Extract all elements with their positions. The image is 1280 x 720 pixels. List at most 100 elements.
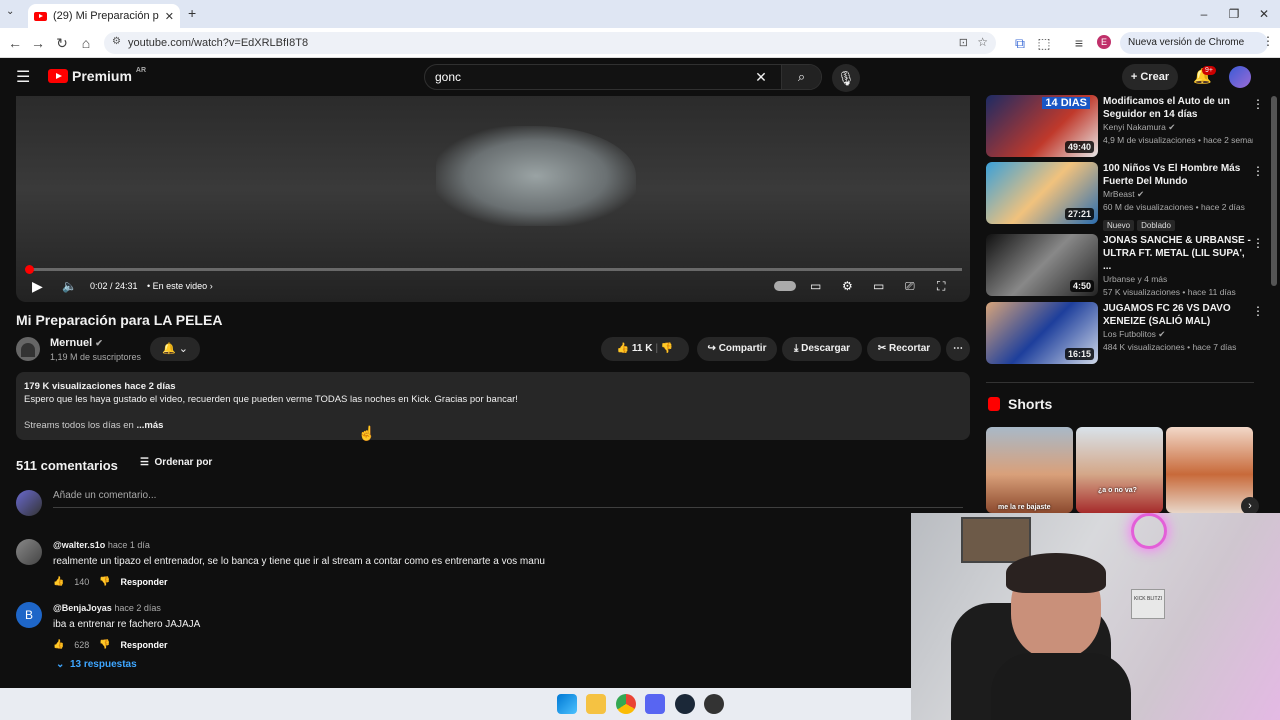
autoplay-toggle[interactable] [774,281,796,291]
subscription-bell-button[interactable]: 🔔 ⌄ [150,337,200,361]
progress-bar[interactable] [25,265,962,274]
comment-dislike-icon[interactable]: 👎 [99,639,110,650]
comment-user[interactable]: @BenjaJoyas [53,603,112,613]
search-input[interactable] [425,70,741,84]
account-avatar[interactable] [1229,66,1251,88]
like-button[interactable]: 👍 11 K [617,343,653,354]
site-info-icon[interactable]: ⚙ [112,36,121,47]
comment-like-icon[interactable]: 👍 [53,576,64,587]
download-label: Descargar [801,343,851,354]
bookmark-star-icon[interactable]: ☆ [977,35,988,49]
description-box[interactable]: 179 K visualizaciones hace 2 días Espero… [16,372,970,440]
translate-icon[interactable]: ⧉ [1011,34,1029,52]
share-button[interactable]: ↪ Compartir [697,337,777,361]
windows-taskbar [0,688,911,720]
theater-mode-icon[interactable]: ▭ [873,276,884,296]
extensions-icon[interactable]: ⬚ [1035,34,1053,52]
short-thumbnail[interactable]: me la re bajaste [986,427,1073,513]
cast-icon[interactable]: ⎚ [905,276,915,296]
commenter-avatar[interactable] [16,539,42,565]
reply-button[interactable]: Responder [120,577,167,587]
recommendation-item[interactable]: 27:21 100 Niños Vs El Hombre Más Fuerte … [986,162,1276,231]
reply-button[interactable]: Responder [120,640,167,650]
create-button[interactable]: + Crear [1122,64,1178,90]
recommendation-item[interactable]: 14 DIAS 49:40 Modificamos el Auto de un … [986,95,1276,157]
video-player[interactable]: ▶ 🔈 0:02 / 24:31 • En este video › ▭ ⚙ ▭… [16,96,970,302]
settings-gear-icon[interactable]: ⚙ [842,276,853,296]
file-explorer-icon[interactable] [586,694,606,714]
media-icon[interactable]: ≡ [1070,34,1088,52]
chrome-update-button[interactable]: Nueva versión de Chrome disponible [1120,32,1268,70]
share-icon: ↪ [707,343,716,354]
time-display: 0:02 / 24:31 [90,281,138,291]
show-more-link[interactable]: ...más [136,420,163,431]
search-icon[interactable]: ⌕ [781,65,821,89]
windows-start-icon[interactable] [557,694,577,714]
channel-name[interactable]: Mernuel ✔ [50,337,103,349]
shorts-header: Shorts [988,396,1052,412]
play-icon[interactable]: ▶ [32,276,43,296]
sidebar-scrollbar[interactable] [1271,96,1277,286]
video-thumbnail: 4:50 [986,234,1098,296]
add-comment-input[interactable]: Añade un comentario... [53,490,963,508]
browser-tab-bar: ⌄ (29) Mi Preparación para LA PELEA ✕ + … [0,0,1280,28]
comment-text: realmente un tipazo el entrenador, se lo… [53,556,545,567]
subtitles-icon[interactable]: ▭ [810,276,821,296]
obs-icon[interactable] [704,694,724,714]
chapter-button[interactable]: • En este video › [147,276,213,296]
restore-icon[interactable]: ❐ [1222,4,1246,24]
sort-button[interactable]: ☰ Ordenar por [140,457,212,468]
short-thumbnail[interactable]: ¿a o no va? [1076,427,1163,513]
tab-title: (29) Mi Preparación para LA PELEA [53,10,159,22]
notification-badge: 9+ [1202,66,1216,75]
forward-icon[interactable]: → [29,34,47,52]
steam-icon[interactable] [675,694,695,714]
more-actions-icon[interactable]: ⋯ [946,337,970,361]
discord-icon[interactable] [645,694,665,714]
fullscreen-icon[interactable]: ⛶ [937,276,945,296]
comment-dislike-icon[interactable]: 👎 [99,576,110,587]
short-thumbnail[interactable] [1166,427,1253,513]
recommendation-item[interactable]: 4:50 JONAS SANCHE & URBANSE - ULTRA FT. … [986,234,1276,297]
youtube-logo[interactable]: Premium AR [48,67,146,84]
view-replies-button[interactable]: ⌄ 13 respuestas [56,659,137,670]
comment-like-icon[interactable]: 👍 [53,639,64,650]
comment-count: 511 comentarios [16,458,118,473]
download-button[interactable]: ⤓ Descargar [782,337,862,361]
divider [986,382,1254,383]
recommendation-item[interactable]: 16:15 JUGAMOS FC 26 VS DAVO XENEIZE (SAL… [986,302,1276,364]
rec-channel-text: MrBeast [1103,189,1135,199]
url-input[interactable]: ⚙ youtube.com/watch?v=EdXRLBfI8T8 ⊡ ☆ [104,32,996,54]
back-icon[interactable]: ← [6,34,24,52]
clear-search-icon[interactable]: ✕ [741,69,781,86]
comment-user[interactable]: @walter.s1o [53,540,105,550]
clip-button[interactable]: ✂ Recortar [867,337,941,361]
dislike-icon[interactable]: 👎 [661,343,673,354]
more-options-icon[interactable]: ⋮ [1252,236,1264,250]
hamburger-menu-icon[interactable]: ☰ [16,67,30,87]
volume-icon[interactable]: 🔈 [62,276,77,296]
rec-channel-text: Los Futbolitos [1103,329,1156,339]
home-icon[interactable]: ⌂ [77,34,95,52]
scrubber-handle[interactable] [25,265,35,274]
rec-meta: 4,9 M de visualizaciones • hace 2 seman.… [1103,135,1253,145]
chrome-menu-icon[interactable]: ⋮ [1262,34,1274,48]
reload-icon[interactable]: ↻ [53,34,71,52]
microphone-icon[interactable]: 🎙 [832,64,860,92]
profile-avatar[interactable]: E [1097,35,1111,49]
minimize-icon[interactable]: – [1192,4,1216,24]
video-duration: 16:15 [1064,348,1094,360]
chrome-icon[interactable] [616,694,636,714]
more-options-icon[interactable]: ⋮ [1252,164,1264,178]
tab-search-icon[interactable]: ⌄ [6,6,14,17]
browser-tab[interactable]: (29) Mi Preparación para LA PELEA ✕ [28,4,180,28]
channel-avatar[interactable] [16,337,40,361]
close-tab-icon[interactable]: ✕ [165,10,174,23]
more-options-icon[interactable]: ⋮ [1252,304,1264,318]
close-window-icon[interactable]: ✕ [1252,4,1276,24]
commenter-avatar[interactable]: B [16,602,42,628]
shorts-title: Shorts [1008,396,1053,412]
more-options-icon[interactable]: ⋮ [1252,97,1264,111]
install-icon[interactable]: ⊡ [959,36,968,49]
new-tab-icon[interactable]: + [188,5,196,21]
